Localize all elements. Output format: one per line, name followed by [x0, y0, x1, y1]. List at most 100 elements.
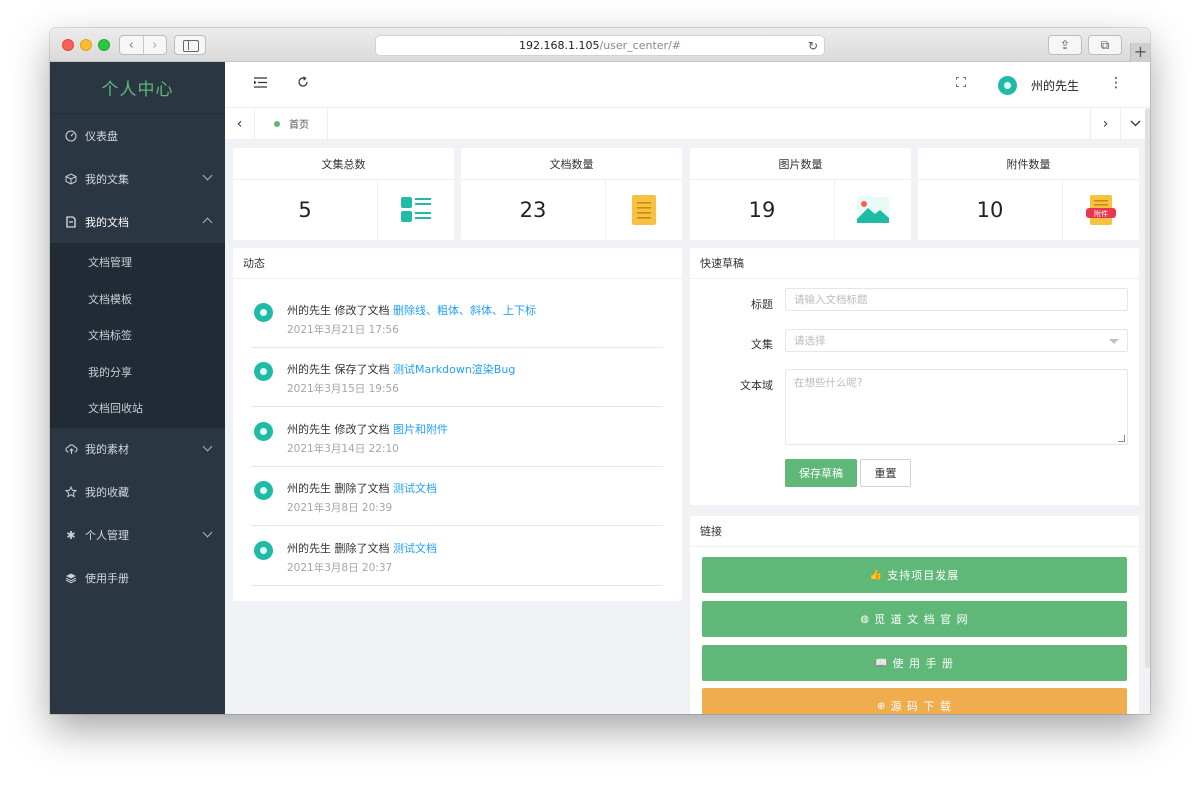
avatar [254, 303, 273, 322]
sidebar-item-personal-settings[interactable]: ✱ 个人管理 [50, 514, 225, 557]
dropdown-arrow-icon [1109, 339, 1119, 344]
draft-collection-placeholder: 请选择 [794, 335, 826, 347]
layers-icon [64, 571, 78, 585]
zoom-window-button[interactable] [98, 39, 110, 51]
sidebar-item-label: 我的文集 [85, 172, 129, 186]
share-button[interactable]: ⇪ [1048, 35, 1082, 55]
attachment-badge-text: 附件 [1094, 209, 1108, 218]
sidebar-item-label: 我的收藏 [85, 486, 129, 499]
tabs-prev-icon[interactable]: ‹ [225, 108, 255, 139]
draft-title-label: 标题 [751, 298, 773, 311]
activity-item: 州的先生 删除了文档 测试文档 2021年3月8日 20:37 [251, 526, 663, 586]
submenu-item-doc-manage[interactable]: 文档管理 [50, 244, 225, 281]
activity-user: 州的先生 [287, 423, 331, 436]
avatar [254, 481, 273, 500]
support-project-button[interactable]: 👍 支持项目发展 [702, 557, 1127, 593]
browser-window: ‹ › 192.168.1.105/user_center/# ↻ ⇪ ⧉ + … [50, 28, 1150, 714]
submenu-item-my-shares[interactable]: 我的分享 [50, 354, 225, 391]
user-manual-button[interactable]: 📖 使 用 手 册 [702, 645, 1127, 681]
close-window-button[interactable] [62, 39, 74, 51]
submenu-item-doc-templates[interactable]: 文档模板 [50, 281, 225, 318]
source-download-button[interactable]: ⊕ 源 码 下 载 [702, 688, 1127, 714]
minimize-window-button[interactable] [80, 39, 92, 51]
draft-title-input[interactable]: 请输入文档标题 [785, 288, 1128, 311]
activity-doc-link[interactable]: 测试文档 [393, 482, 437, 495]
reset-button[interactable]: 重置 [860, 459, 911, 487]
share-icon: ⇪ [1059, 38, 1071, 52]
stat-title: 附件数量 [918, 148, 1139, 180]
more-vertical-icon[interactable]: ⋮ [1109, 75, 1123, 91]
activity-item: 州的先生 删除了文档 测试文档 2021年3月8日 20:39 [251, 466, 663, 526]
sidebar-item-manual[interactable]: 使用手册 [50, 557, 225, 600]
thumbs-up-icon: 👍 [869, 569, 884, 581]
stat-card-images: 图片数量 19 [690, 148, 911, 240]
links-title: 链接 [690, 516, 1139, 547]
gear-icon: ✱ [66, 528, 76, 542]
activity-time: 2021年3月21日 17:56 [287, 324, 399, 336]
sidebar-item-dashboard[interactable]: 仪表盘 [50, 114, 225, 157]
activity-doc-link[interactable]: 图片和附件 [393, 423, 448, 436]
sidebar-brand: 个人中心 [50, 62, 225, 114]
address-bar[interactable]: 192.168.1.105/user_center/# ↻ [375, 35, 825, 56]
sidebar-item-favorites[interactable]: 我的收藏 [50, 471, 225, 514]
chevron-down-icon [202, 170, 213, 181]
image-icon [834, 180, 911, 240]
fullscreen-icon[interactable] [955, 76, 967, 90]
draft-collection-select[interactable]: 请选择 [785, 329, 1128, 352]
link-button-label: 使 用 手 册 [892, 657, 954, 670]
download-icon: ⊕ [877, 700, 887, 712]
stat-value: 10 [976, 198, 1004, 222]
reload-icon[interactable]: ↻ [808, 39, 818, 53]
activity-item: 州的先生 修改了文档 删除线、粗体、斜体、上下标 2021年3月21日 17:5… [251, 288, 663, 348]
app: 个人中心 仪表盘 我的文集 我的文档 文档管理 文档模板 文档标签 我的分享 文… [50, 62, 1150, 714]
box-icon [64, 172, 78, 186]
refresh-icon[interactable] [297, 76, 309, 92]
sidebar-item-label: 仪表盘 [85, 129, 118, 143]
activity-action: 删除了文档 [334, 542, 390, 555]
stat-title: 文档数量 [461, 148, 682, 180]
official-site-button[interactable]: ◍ 觅 道 文 档 官 网 [702, 601, 1127, 637]
stat-value: 23 [519, 198, 547, 222]
documents-submenu: 文档管理 文档模板 文档标签 我的分享 文档回收站 [50, 243, 225, 428]
stat-title: 图片数量 [690, 148, 911, 180]
tabs-next-icon[interactable]: › [1090, 108, 1120, 139]
new-tab-button[interactable]: + [1130, 43, 1150, 62]
activity-doc-link[interactable]: 测试文档 [393, 542, 437, 555]
sidebar-item-documents[interactable]: 我的文档 [50, 200, 225, 243]
sidebar-toggle-button[interactable] [174, 35, 206, 55]
draft-collection-label: 文集 [751, 338, 773, 351]
submenu-item-doc-tags[interactable]: 文档标签 [50, 317, 225, 354]
activity-doc-link[interactable]: 删除线、粗体、斜体、上下标 [393, 304, 536, 317]
avatar[interactable] [998, 76, 1017, 95]
user-name[interactable]: 州的先生 [1031, 77, 1079, 94]
chevron-up-icon [202, 217, 213, 228]
chevron-down-icon [202, 441, 213, 451]
top-header: 州的先生 ⋮ [225, 62, 1150, 108]
book-icon: 📖 [875, 657, 889, 669]
scrollbar[interactable] [1145, 108, 1150, 668]
activity-title: 动态 [233, 248, 682, 279]
activity-doc-link[interactable]: 测试Markdown渲染Bug [393, 363, 515, 376]
links-card: 链接 👍 支持项目发展 ◍ 觅 道 文 档 官 网 📖 使 用 手 册 ⊕ 源 码 下 … [690, 516, 1139, 714]
resize-handle-icon[interactable] [1118, 435, 1125, 442]
activity-time: 2021年3月8日 20:37 [287, 562, 393, 574]
url-host: 192.168.1.105 [519, 39, 600, 52]
draft-content-textarea[interactable]: 在想些什么呢? [785, 369, 1128, 445]
globe-icon: ◍ [860, 613, 871, 625]
activity-user: 州的先生 [287, 363, 331, 376]
url-path: /user_center/# [599, 39, 681, 52]
quick-draft-card: 快速草稿 标题 请输入文档标题 文集 请选择 文本域 在想些什么呢? 保存草稿 … [690, 248, 1139, 505]
tab-home[interactable]: 首页 [258, 108, 328, 139]
back-button[interactable]: ‹ [120, 36, 143, 54]
forward-button[interactable]: › [142, 36, 167, 54]
sidebar-item-collections[interactable]: 我的文集 [50, 157, 225, 200]
activity-user: 州的先生 [287, 542, 331, 555]
sidebar-item-materials[interactable]: 我的素材 [50, 428, 225, 471]
save-draft-button[interactable]: 保存草稿 [785, 459, 857, 487]
menu-fold-icon[interactable] [254, 76, 267, 92]
activity-time: 2021年3月14日 22:10 [287, 443, 399, 455]
show-tabs-button[interactable]: ⧉ [1088, 35, 1122, 55]
submenu-item-recycle-bin[interactable]: 文档回收站 [50, 390, 225, 427]
attachment-icon: 附件 [1062, 180, 1139, 240]
document-icon [605, 180, 682, 240]
